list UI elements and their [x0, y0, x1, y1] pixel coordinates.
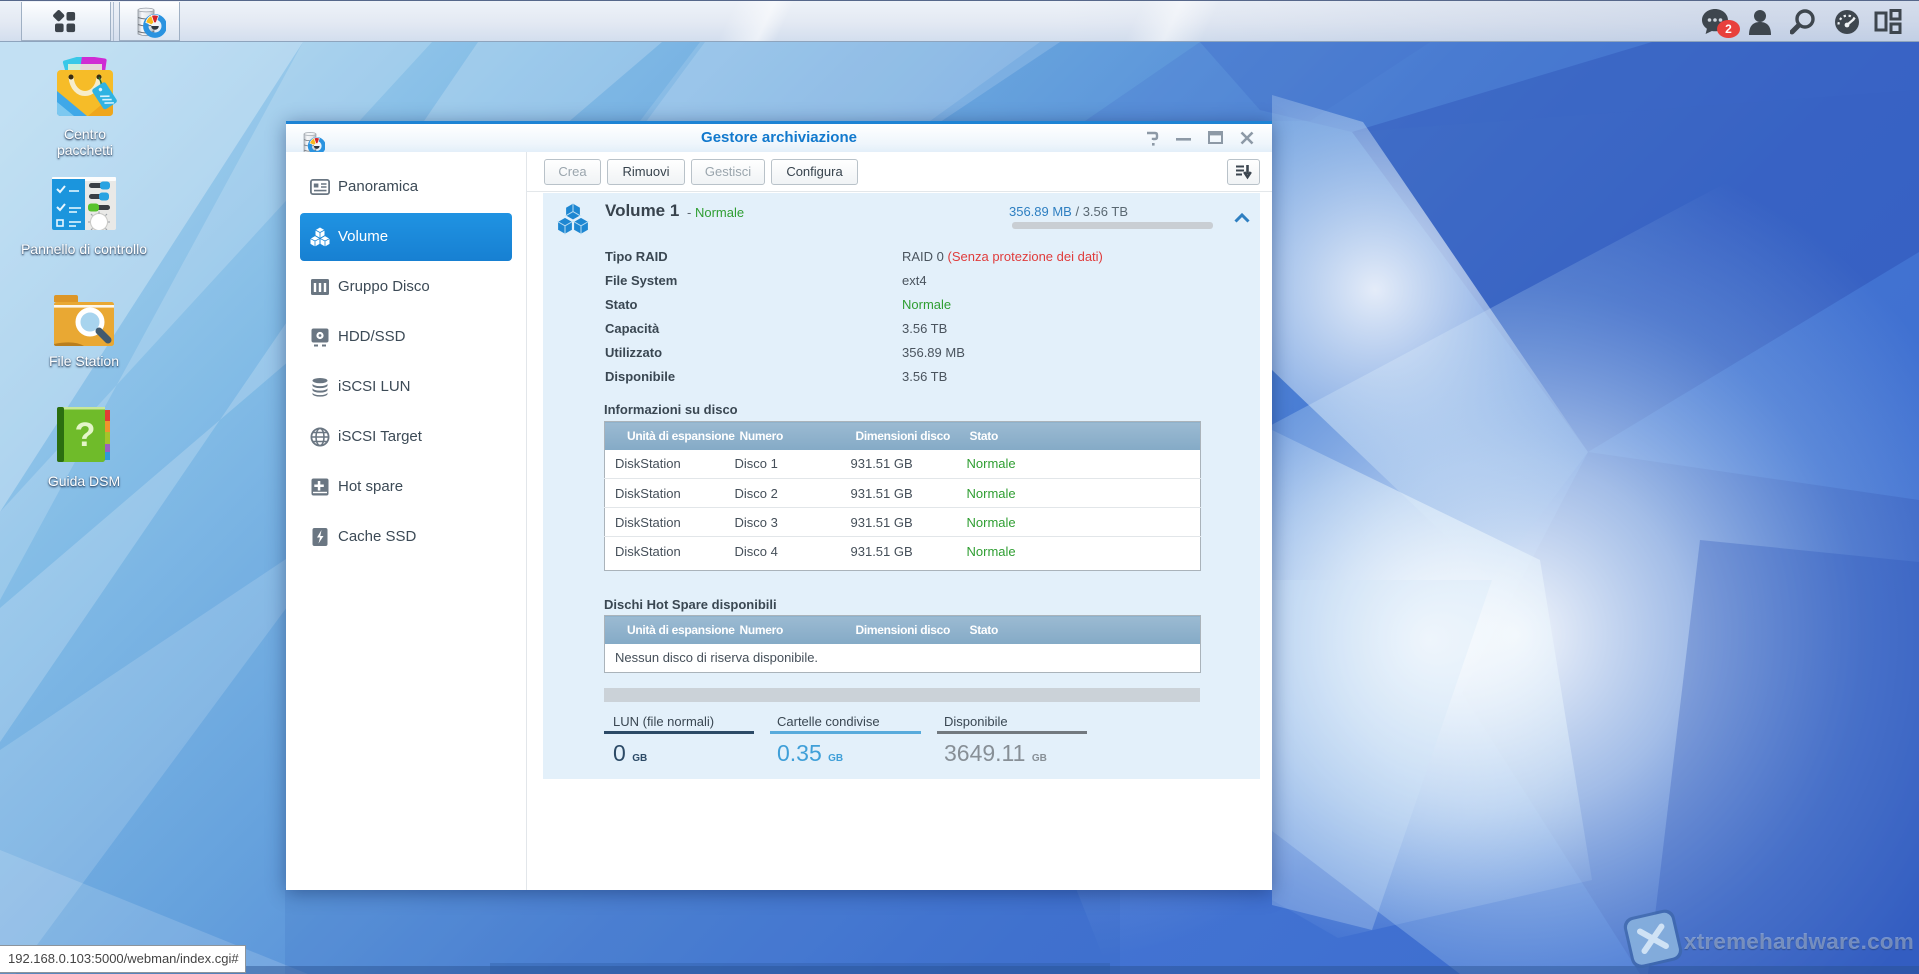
- svg-text:?: ?: [75, 416, 96, 454]
- svg-text:2: 2: [1725, 22, 1732, 36]
